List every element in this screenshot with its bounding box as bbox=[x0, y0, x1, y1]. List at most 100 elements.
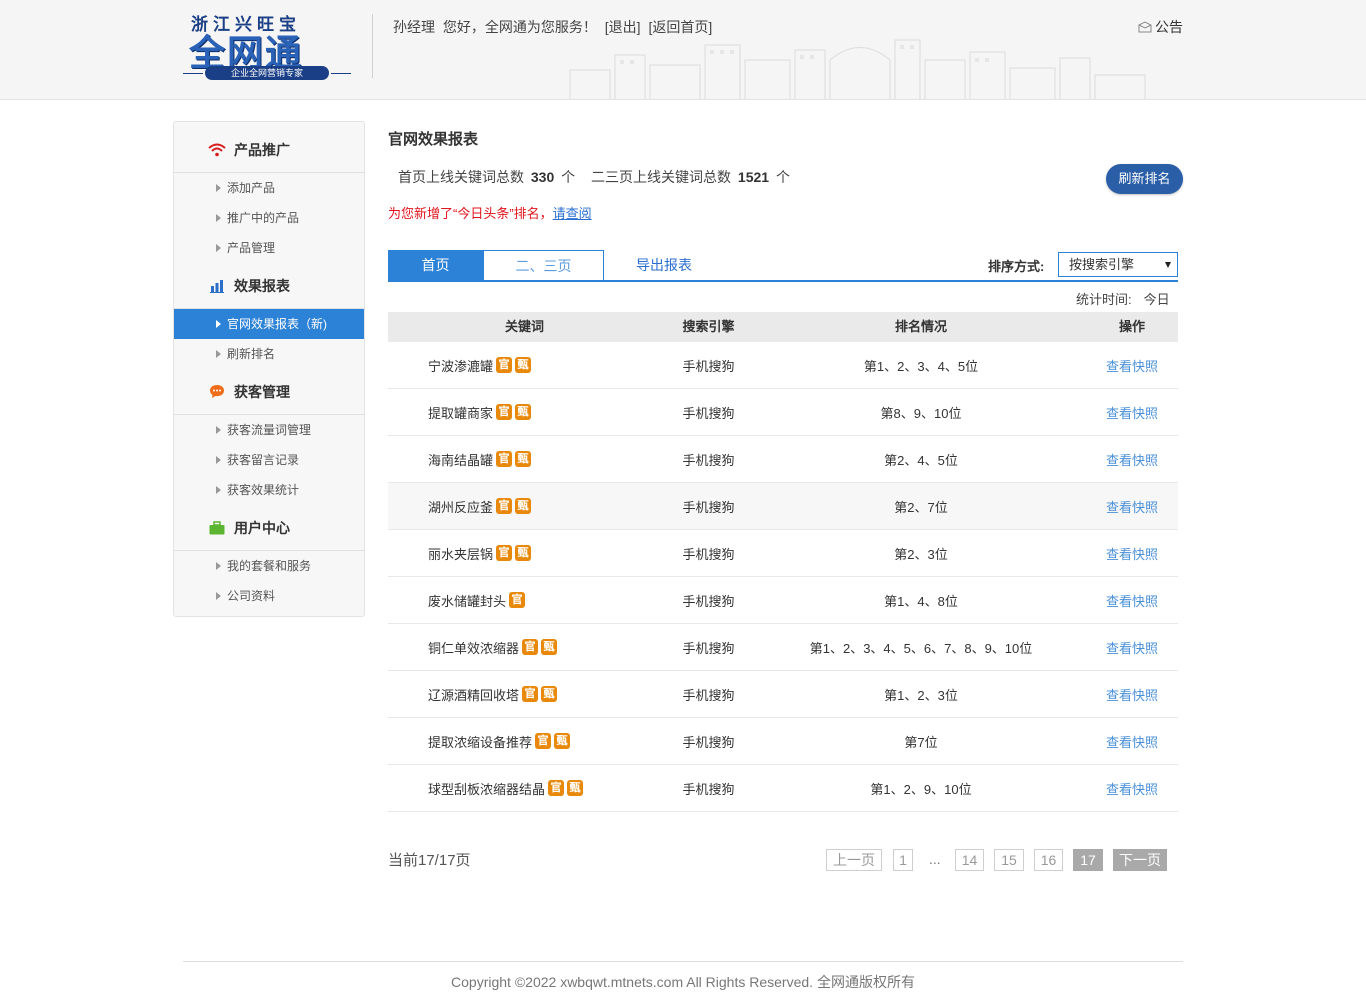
site-header: 浙江兴旺宝 全网通 企业全网营销专家 孙经理 您好，全网通为您服务！ [退出] … bbox=[0, 0, 1366, 100]
view-snapshot-link[interactable]: 查看快照 bbox=[1086, 497, 1178, 516]
page-button[interactable]: 14 bbox=[955, 849, 984, 871]
sidebar-item-label: 获客效果统计 bbox=[227, 483, 300, 497]
keyword-text: 提取罐商家 bbox=[428, 405, 494, 421]
keyword-text: 湖州反应釜 bbox=[428, 499, 494, 515]
verified-badge: 甄 bbox=[567, 780, 584, 796]
view-snapshot-link[interactable]: 查看快照 bbox=[1086, 450, 1178, 469]
sidebar-item-promoting-products[interactable]: 推广中的产品 bbox=[174, 203, 364, 233]
view-snapshot-link[interactable]: 查看快照 bbox=[1086, 638, 1178, 657]
prev-page-button[interactable]: 上一页 bbox=[826, 849, 882, 871]
sidebar-item-label: 推广中的产品 bbox=[227, 211, 300, 225]
refresh-ranking-button[interactable]: 刷新排名 bbox=[1106, 164, 1183, 194]
home-link[interactable]: [返回首页] bbox=[648, 19, 712, 35]
page-title: 官网效果报表 bbox=[388, 131, 479, 148]
view-snapshot-link[interactable]: 查看快照 bbox=[1086, 685, 1178, 704]
user-greeting: 孙经理 您好，全网通为您服务！ [退出] [返回首页] bbox=[393, 17, 716, 37]
stat-time-label: 统计时间: bbox=[1076, 292, 1132, 307]
rank-cell: 第7位 bbox=[904, 734, 938, 750]
page-button[interactable]: 1 bbox=[893, 849, 913, 871]
column-header-rank: 排名情况 bbox=[894, 319, 947, 334]
sidebar-item-product-manage[interactable]: 产品管理 bbox=[174, 233, 364, 263]
official-badge: 官 bbox=[535, 733, 552, 749]
keyword-text: 海南结晶罐 bbox=[428, 452, 494, 468]
column-header-action: 操作 bbox=[1118, 319, 1145, 334]
table-body: 宁波渗漉罐官甄手机搜狗 第1、2、3、4、5位 查看快照 提取罐商家官甄手机搜狗 第8、… bbox=[388, 342, 1178, 812]
notice-link[interactable]: 公告 bbox=[1138, 17, 1183, 37]
chevron-right-icon bbox=[216, 214, 221, 222]
sidebar-item-label: 产品管理 bbox=[227, 241, 276, 255]
keyword-cell: 海南结晶罐官甄 bbox=[388, 450, 661, 469]
keyword-text: 丽水夹层锅 bbox=[428, 546, 494, 562]
official-badge: 官 bbox=[509, 592, 526, 608]
tab-second-third-page[interactable]: 二、三页 bbox=[483, 250, 604, 280]
first-page-count: 330 bbox=[530, 169, 555, 185]
sidebar-item-label: 获客流量词管理 bbox=[227, 423, 312, 437]
sidebar: 产品推广 添加产品 推广中的产品 产品管理 效果报表 官网效果报表（新) 刷新排… bbox=[173, 121, 365, 617]
view-snapshot-link[interactable]: 查看快照 bbox=[1086, 732, 1178, 751]
keyword-cell: 辽源酒精回收塔官甄 bbox=[388, 685, 661, 704]
engine-cell: 手机搜狗 bbox=[682, 734, 735, 750]
chevron-right-icon bbox=[216, 562, 221, 570]
table-row: 铜仁单效浓缩器官甄 手机搜狗 第1、2、3、4、5、6、7、8、9、10位 查看快照 bbox=[388, 624, 1178, 671]
stat-time-value: 今日 bbox=[1143, 292, 1170, 307]
chevron-right-icon bbox=[216, 486, 221, 494]
view-link[interactable]: 请查阅 bbox=[553, 206, 592, 221]
view-snapshot-link[interactable]: 查看快照 bbox=[1086, 779, 1178, 798]
current-page-button[interactable]: 17 bbox=[1073, 849, 1103, 871]
keyword-cell: 球型刮板浓缩器结晶官甄 bbox=[388, 779, 661, 798]
sidebar-item-official-report[interactable]: 官网效果报表（新) bbox=[174, 309, 364, 339]
next-page-button[interactable]: 下一页 bbox=[1113, 849, 1167, 871]
first-page-label: 首页上线关键词总数 bbox=[398, 169, 524, 185]
chevron-right-icon bbox=[216, 456, 221, 464]
notice-icon bbox=[1138, 21, 1152, 33]
sidebar-item-messages[interactable]: 获客留言记录 bbox=[174, 445, 364, 475]
logout-link[interactable]: [退出] bbox=[605, 19, 641, 35]
notice-text: 为您新增了“今日头条”排名， bbox=[388, 206, 553, 221]
sidebar-item-label: 官网效果报表（新) bbox=[227, 317, 327, 331]
sidebar-item-refresh-rank[interactable]: 刷新排名 bbox=[174, 339, 364, 369]
keyword-cell: 湖州反应釜官甄 bbox=[388, 497, 661, 516]
verified-badge: 甄 bbox=[515, 404, 532, 420]
welcome-text: 您好，全网通为您服务！ bbox=[442, 19, 597, 35]
rank-cell: 第2、4、5位 bbox=[884, 452, 958, 468]
sort-label: 排序方式: bbox=[988, 259, 1045, 274]
logo-decor-line bbox=[331, 73, 351, 74]
ranking-table: 关键词 搜索引擎 排名情况 操作 宁波渗漉罐官甄手机搜狗 第1、2、3、4、5位查… bbox=[388, 312, 1178, 812]
verified-badge: 甄 bbox=[554, 733, 571, 749]
sort-select[interactable]: 按搜索引擎 bbox=[1058, 252, 1178, 277]
view-snapshot-link[interactable]: 查看快照 bbox=[1086, 356, 1178, 375]
caret-down-icon bbox=[1165, 262, 1171, 268]
engine-cell: 手机搜狗 bbox=[682, 358, 735, 374]
briefcase-icon bbox=[208, 519, 226, 537]
view-snapshot-link[interactable]: 查看快照 bbox=[1086, 544, 1178, 563]
table-row: 丽水夹层锅官甄 手机搜狗 第2、3位 查看快照 bbox=[388, 530, 1178, 577]
sidebar-item-add-product[interactable]: 添加产品 bbox=[174, 173, 364, 203]
page-button[interactable]: 16 bbox=[1034, 849, 1063, 871]
keyword-cell: 废水储罐封头官 bbox=[388, 591, 661, 610]
rank-cell: 第8、9、10位 bbox=[880, 405, 962, 421]
notice-label: 公告 bbox=[1155, 19, 1183, 35]
city-skyline-illustration bbox=[569, 39, 1146, 99]
engine-cell: 手机搜狗 bbox=[682, 452, 735, 468]
tab-first-page[interactable]: 首页 bbox=[388, 250, 483, 280]
table-row: 宁波渗漉罐官甄 手机搜狗 第1、2、3、4、5位 查看快照 bbox=[388, 342, 1178, 389]
sidebar-item-traffic-words[interactable]: 获客流量词管理 bbox=[174, 415, 364, 445]
column-header-keyword: 关键词 bbox=[504, 319, 544, 334]
rank-cell: 第1、4、8位 bbox=[884, 593, 958, 609]
sidebar-item-lead-stats[interactable]: 获客效果统计 bbox=[174, 475, 364, 505]
official-badge: 官 bbox=[522, 639, 539, 655]
view-snapshot-link[interactable]: 查看快照 bbox=[1086, 403, 1178, 422]
sidebar-item-my-plan[interactable]: 我的套餐和服务 bbox=[174, 551, 364, 581]
chat-bubble-icon bbox=[208, 383, 226, 401]
verified-badge: 甄 bbox=[515, 545, 532, 561]
column-header-engine: 搜索引擎 bbox=[682, 319, 735, 334]
sidebar-item-company-info[interactable]: 公司资料 bbox=[174, 581, 364, 611]
rank-cell: 第1、2、3位 bbox=[884, 687, 958, 703]
export-report-link[interactable]: 导出报表 bbox=[634, 250, 694, 280]
official-badge: 官 bbox=[522, 686, 539, 702]
view-snapshot-link[interactable]: 查看快照 bbox=[1086, 591, 1178, 610]
page-info: 当前17/17页 bbox=[388, 852, 471, 869]
brand-logo[interactable]: 浙江兴旺宝 全网通 企业全网营销专家 bbox=[183, 10, 351, 82]
page-button[interactable]: 15 bbox=[994, 849, 1024, 871]
footer-copyright: Copyright ©2022 xwbqwt.mtnets.com All Ri… bbox=[451, 974, 915, 990]
